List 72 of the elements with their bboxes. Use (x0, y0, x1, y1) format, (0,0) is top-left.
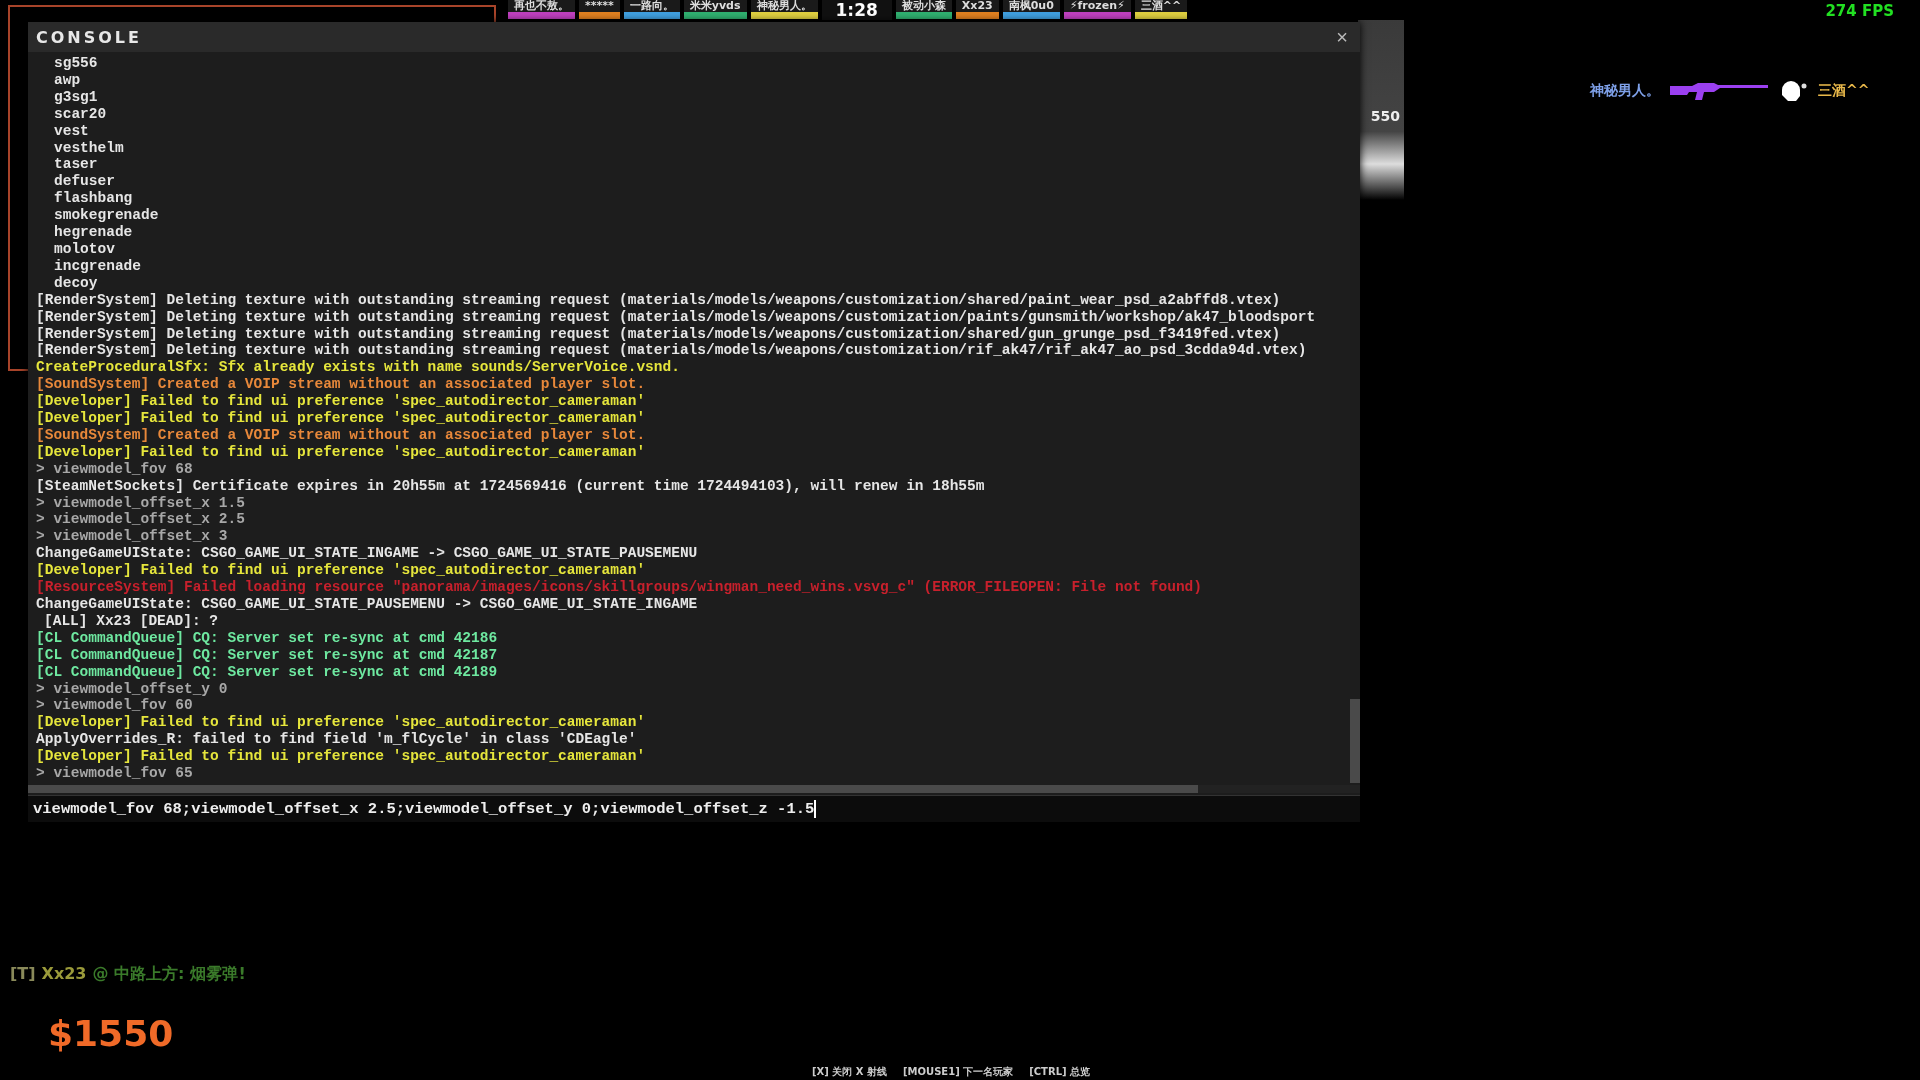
player-name: Xx23 (960, 0, 994, 12)
log-line: [Developer] Failed to find ui preference 'spec_autodirector_cameraman' (36, 443, 647, 461)
player-name: 神秘男人。 (755, 0, 813, 12)
log-line: defuser (53, 173, 116, 191)
player-name: ⚡frozen⚡ (1068, 0, 1126, 12)
rifle-icon (1670, 80, 1770, 102)
log-line: g3sg1 (53, 88, 99, 106)
log-line: > viewmodel_offset_x 1.5 (36, 494, 246, 512)
player-money: 550 (1370, 108, 1401, 124)
log-line: > viewmodel_offset_x 3 (36, 528, 229, 546)
log-line: awp (53, 71, 82, 89)
log-line: [RenderSystem] Deleting texture with outstanding streaming request (materials/models/weapons/customization/shared/paint_wear_psd_a2abffd8.vtex) (36, 291, 1282, 309)
close-button[interactable]: × (1332, 25, 1352, 49)
player-name: Xx23 (41, 964, 87, 985)
log-line: [Developer] Failed to find ui preference 'spec_autodirector_cameraman' (36, 393, 647, 411)
player-name: 三酒^^ (1139, 0, 1183, 12)
log-line: molotov (53, 240, 116, 258)
key-hint: [CTRL] 总览 (1029, 1065, 1091, 1079)
player-name: ***** (584, 0, 615, 12)
round-timer: 1:28 (821, 0, 892, 20)
log-line: decoy (53, 274, 99, 292)
log-line: [ALL] Xx23 [DEAD]: ? (43, 612, 220, 630)
location-text: @ 中路上方: (92, 964, 185, 985)
log-line: > viewmodel_fov 65 (36, 765, 194, 782)
player-name: 米米yvds (688, 0, 742, 12)
log-line: [SoundSystem] Created a VOIP stream without an associated player slot. (36, 376, 647, 394)
log-line: vest (53, 122, 90, 140)
key-hint: [MOUSE1] 下一名玩家 (903, 1065, 1014, 1079)
player-name: 再也不敖。 (513, 0, 570, 12)
log-line: [SoundSystem] Created a VOIP stream without an associated player slot. (36, 426, 647, 444)
log-line: [Developer] Failed to find ui preference 'spec_autodirector_cameraman' (36, 714, 647, 732)
log-line: [CL CommandQueue] CQ: Server set re-sync at cmd 42186 (36, 629, 499, 647)
scrollbar-thumb[interactable] (28, 785, 1198, 793)
log-line: hegrenade (53, 224, 134, 241)
log-line: > viewmodel_fov 68 (36, 460, 194, 478)
log-line: [RenderSystem] Deleting texture with outstanding streaming request (materials/models/weapons/customization/rif_ak47/rif_ak47_ao_psd_3cdda94d.vtex) (36, 342, 1308, 360)
team-tag: [T] (10, 964, 36, 985)
log-line: [RenderSystem] Deleting texture with outstanding streaming request (materials/models/weapons/customization/shared/gun_grunge_psd_f3419fed.vtex) (36, 325, 1282, 343)
log-line: scar20 (53, 105, 108, 123)
victim-name: 三酒^^ (1818, 82, 1870, 100)
player-name: 南枫0u0 (1007, 0, 1055, 12)
scrollbar-thumb[interactable] (1350, 699, 1360, 783)
log-line: [SteamNetSockets] Certificate expires in 20h55m at 1724569416 (current time 1724494103), will renew in 18h55m (36, 477, 986, 495)
log-line: ApplyOverrides_R: failed to find field 'm_flCycle' in class 'CDEagle' (36, 731, 638, 749)
log-line: [CL CommandQueue] CQ: Server set re-sync at cmd 42187 (36, 646, 499, 664)
log-line: [Developer] Failed to find ui preference 'spec_autodirector_cameraman' (36, 748, 647, 766)
log-line: taser (53, 156, 99, 174)
key-hint: [X] 关闭 X 射线 (812, 1065, 887, 1079)
chat-message: 烟雾弹! (190, 964, 246, 985)
log-line: [CL CommandQueue] CQ: Server set re-sync at cmd 42189 (36, 663, 499, 681)
log-line: ChangeGameUIState: CSGO_GAME_UI_STATE_INGAME -> CSGO_GAME_UI_STATE_PAUSEMENU (36, 545, 699, 563)
attacker-name: 神秘男人。 (1590, 82, 1660, 100)
log-line: vesthelm (53, 139, 125, 157)
log-line: > viewmodel_offset_x 2.5 (36, 511, 246, 529)
log-line: [Developer] Failed to find ui preference 'spec_autodirector_cameraman' (36, 562, 647, 580)
log-line: flashbang (53, 190, 134, 208)
log-line: [RenderSystem] Deleting texture with outstanding streaming request (materials/models/weapons/customization/paints/gunsmith/workshop/ak47_bloodsport (36, 308, 1317, 326)
fps-counter: 274 FPS (1825, 2, 1894, 20)
log-line: > viewmodel_fov 60 (36, 697, 194, 715)
log-line: ChangeGameUIState: CSGO_GAME_UI_STATE_PAUSEMENU -> CSGO_GAME_UI_STATE_INGAME (36, 596, 699, 613)
log-line: CreateProceduralSfx: Sfx already exists with name sounds/ServerVoice.vsnd. (36, 359, 681, 377)
log-line: > viewmodel_offset_y 0 (36, 680, 229, 698)
log-line: incgrenade (53, 257, 142, 275)
log-line: smokegrenade (53, 207, 160, 225)
window-title: CONSOLE (36, 27, 142, 47)
command-input[interactable]: viewmodel_fov 68;viewmodel_offset_x 2.5;viewmodel_offset_y 0;viewmodel_offset_z -1.5 (28, 795, 1360, 822)
player-name: 被动小森 (900, 0, 947, 12)
money: $1550 (48, 1013, 174, 1054)
log-line: [ResourceSystem] Failed loading resource "panorama/images/icons/skillgroups/wingman_need_wins.vsvg_c" (ERROR_FILEOPEN: File not found) (36, 579, 1203, 596)
log-line: [Developer] Failed to find ui preference 'spec_autodirector_cameraman' (36, 410, 647, 427)
log-line: sg556 (53, 55, 99, 72)
player-name: 一路向。 (628, 0, 675, 12)
